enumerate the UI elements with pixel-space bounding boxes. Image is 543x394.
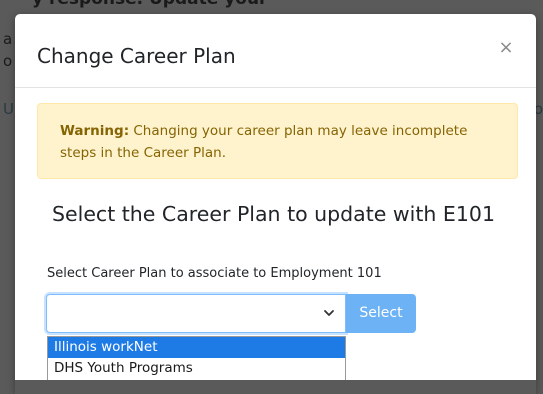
dropdown-option-illinois-worknet[interactable]: Illinois workNet xyxy=(48,337,345,358)
warning-label: Warning: xyxy=(60,123,130,139)
background-page-text: y response. Update your xyxy=(32,0,267,9)
modal-bottom-edge xyxy=(15,380,536,394)
career-plan-select[interactable] xyxy=(46,294,346,333)
background-page-text: U xyxy=(3,100,14,118)
section-heading: Select the Career Plan to update with E1… xyxy=(52,202,496,226)
change-career-plan-modal: Change Career Plan × Warning: Changing y… xyxy=(15,14,536,394)
chevron-down-icon xyxy=(324,310,334,316)
warning-alert: Warning: Changing your career plan may l… xyxy=(37,103,518,179)
select-career-plan-label: Select Career Plan to associate to Emplo… xyxy=(47,266,382,281)
modal-header: Change Career Plan × xyxy=(15,14,536,88)
select-button[interactable]: Select xyxy=(346,294,416,333)
dropdown-option-dhs-youth-programs[interactable]: DHS Youth Programs xyxy=(48,358,345,379)
background-page-text: a xyxy=(3,30,13,48)
background-page-text: o xyxy=(3,52,13,70)
modal-title: Change Career Plan xyxy=(37,44,236,68)
career-plan-dropdown-list: Illinois workNet DHS Youth Programs xyxy=(47,336,346,381)
close-icon[interactable]: × xyxy=(496,38,516,58)
